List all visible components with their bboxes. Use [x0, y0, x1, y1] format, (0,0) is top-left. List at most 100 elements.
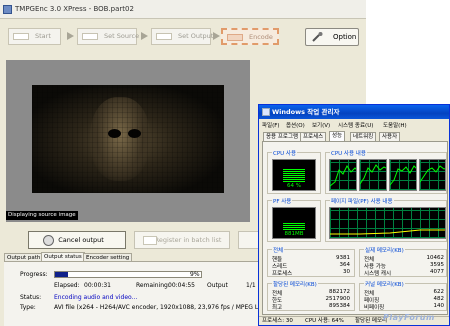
pf-history-title: 페이지 파일(PF) 사용 내용 [330, 197, 394, 205]
commit-charge-group: 할당된 메모리(KB) 전체 882172 한도 2517900 최고 8953… [267, 280, 355, 311]
kernel-memory-group: 커널 메모리(KB) 전체 622 페이징 482 비페이징 140 [359, 280, 447, 311]
arrow-right-icon [141, 32, 148, 40]
type-label: Type: [20, 304, 36, 311]
processes-label: 프로세스 [272, 271, 293, 277]
progress-label: Progress: [20, 271, 48, 278]
cancel-icon [43, 235, 54, 246]
cancel-output-label: Cancel output [58, 236, 104, 244]
output-status-panel: Progress: 9% Elapsed: 00:00:31 Remaining… [4, 261, 289, 326]
status-label: Status: [20, 294, 42, 301]
source-icon [82, 33, 98, 40]
commit-limit-value: 2517900 [325, 296, 351, 302]
menu-shutdown[interactable]: 시스템 종료(U) [338, 121, 373, 129]
cpu-meter-fill [283, 168, 305, 182]
tab-applications[interactable]: 응용 프로그램 [263, 132, 302, 141]
tab-users[interactable]: 사용자 [379, 132, 401, 141]
threads-value: 364 [339, 262, 351, 268]
progress-percent: 9% [190, 271, 200, 278]
task-manager-title-bar: Windows 작업 관리자 [259, 105, 449, 119]
kernel-memory-title: 커널 메모리(KB) [364, 280, 405, 288]
physical-memory-title: 실제 메모리(KB) [364, 246, 405, 254]
menu-help[interactable]: 도움말(H) [383, 121, 407, 129]
commit-peak-label: 최고 [272, 305, 283, 311]
encode-icon [227, 34, 243, 41]
task-manager-window: Windows 작업 관리자 파일(F) 옵션(O) 보기(V) 시스템 종료(… [258, 104, 450, 326]
physical-available-value: 3595 [430, 262, 444, 268]
arrow-right-icon [67, 32, 74, 40]
output-value: 1/1 [246, 282, 256, 289]
task-manager-tabs: 응용 프로그램 프로세스 성능 네트워킹 사용자 [259, 131, 449, 141]
system-cache-value: 4077 [430, 269, 444, 275]
step-start-label: Start [35, 32, 51, 40]
step-set-source-label: Set Source [104, 32, 140, 40]
cpu-usage-title: CPU 사용 [272, 149, 298, 157]
elapsed-value: 00:00:31 [84, 282, 111, 289]
cpu-history-title: CPU 사용 내용 [330, 149, 367, 157]
elapsed-label: Elapsed: [54, 282, 80, 289]
cpu-usage-value: 64 % [287, 183, 301, 189]
handles-value: 9381 [336, 255, 350, 261]
video-frame-image [32, 85, 224, 193]
extra-button[interactable] [238, 231, 260, 249]
start-icon [13, 33, 29, 40]
register-batch-button[interactable]: Register in batch list [134, 231, 230, 249]
step-encode-button[interactable]: Encode [221, 28, 279, 45]
statusbar-processes: 프로세스: 30 [262, 318, 293, 324]
main-title-bar: TMPGEnc 3.0 XPress - BOB.part02 [0, 0, 366, 19]
pf-meter-fill [283, 222, 305, 230]
step-set-output-label: Set Output [178, 32, 214, 40]
menu-view[interactable]: 보기(V) [312, 121, 330, 129]
menu-file[interactable]: 파일(F) [262, 121, 280, 129]
remaining-label: Remaining: [136, 282, 170, 289]
statusbar-cpu: CPU 사용: 64% [305, 318, 344, 324]
tab-networking[interactable]: 네트워킹 [350, 132, 377, 141]
processes-value: 30 [343, 269, 350, 275]
pf-history-group: 페이지 파일(PF) 사용 내용 [325, 197, 447, 242]
progress-fill [55, 272, 69, 277]
remaining-value: 00:04:55 [168, 282, 195, 289]
pf-usage-group: PF 사용 881MB [267, 197, 321, 242]
output-icon [156, 33, 172, 40]
pf-usage-meter: 881MB [272, 207, 316, 239]
register-batch-label: Register in batch list [154, 236, 222, 244]
type-value: AVI file (x264 - H264/AVC encoder, 1920x… [54, 304, 289, 311]
preview-caption: Displaying source image [6, 211, 78, 220]
pf-history-graph [329, 207, 446, 239]
cpu-usage-group: CPU 사용 64 % [267, 149, 321, 194]
cpu-usage-meter: 64 % [272, 159, 316, 191]
status-value: Encoding audio and video... [54, 294, 138, 301]
task-manager-title: Windows 작업 관리자 [272, 108, 340, 116]
batch-list-icon [143, 236, 157, 245]
totals-group: 전체 핸들 9381 스레드 364 프로세스 30 [267, 246, 355, 277]
option-button[interactable]: Option [305, 28, 359, 46]
watermark: PlayForum [383, 313, 435, 322]
cancel-output-button[interactable]: Cancel output [28, 231, 126, 249]
tab-processes[interactable]: 프로세스 [300, 132, 327, 141]
tab-performance[interactable]: 성능 [329, 131, 346, 141]
wrench-icon [312, 32, 323, 42]
arrow-right-icon [213, 32, 220, 40]
step-set-output-button[interactable]: Set Output [151, 28, 214, 45]
kernel-nonpaged-label: 비페이징 [364, 305, 385, 311]
option-label: Option [333, 33, 357, 41]
video-texture [32, 85, 224, 193]
output-label: Output [207, 282, 228, 289]
menu-options[interactable]: 옵션(O) [286, 121, 305, 129]
physical-total-value: 10462 [426, 255, 445, 261]
step-start-button[interactable]: Start [8, 28, 61, 45]
cpu-history-graph-3 [389, 159, 417, 191]
step-set-source-button[interactable]: Set Source [77, 28, 140, 45]
app-icon [3, 5, 12, 14]
main-window-title: TMPGEnc 3.0 XPress - BOB.part02 [15, 5, 134, 13]
cpu-history-graph-2 [359, 159, 387, 191]
commit-total-value: 882172 [329, 289, 350, 295]
system-cache-label: 시스템 캐시 [364, 271, 392, 277]
kernel-total-value: 622 [433, 289, 445, 295]
kernel-paged-value: 482 [433, 296, 445, 302]
totals-title: 전체 [272, 246, 285, 254]
kernel-nonpaged-value: 140 [433, 303, 445, 309]
task-manager-menu: 파일(F) 옵션(O) 보기(V) 시스템 종료(U) 도움말(H) [259, 120, 449, 130]
commit-peak-value: 895384 [329, 303, 350, 309]
cpu-history-graph-1 [329, 159, 357, 191]
task-manager-icon [262, 108, 270, 116]
